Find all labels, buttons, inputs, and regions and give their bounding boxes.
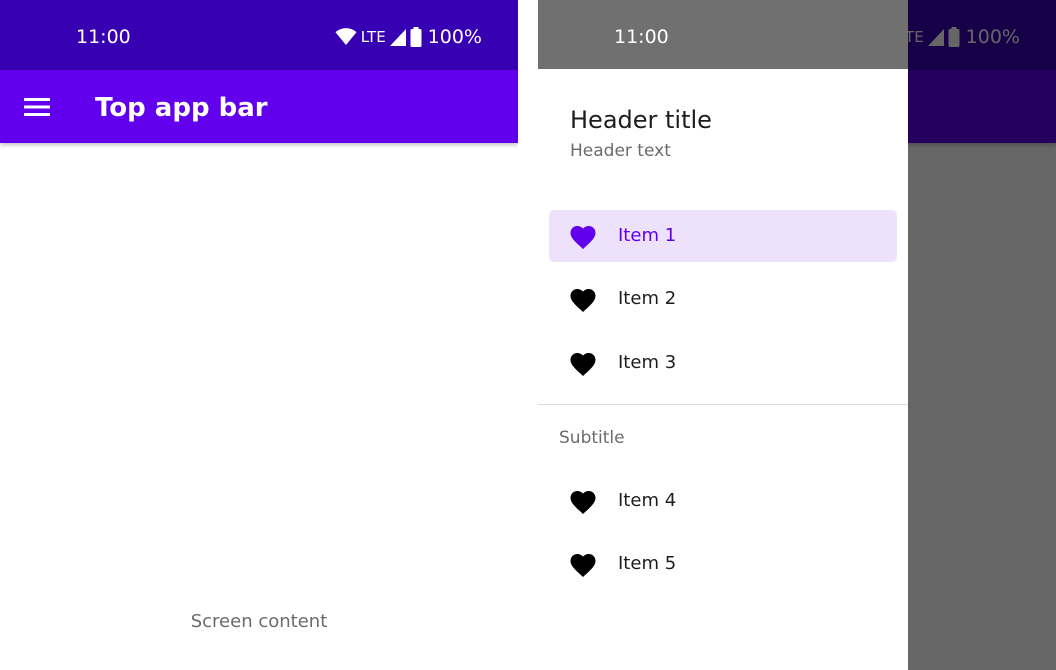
navigation-drawer: 11:00 Header title Header text Item 1 It…: [538, 0, 908, 670]
menu-button[interactable]: [16, 87, 58, 127]
drawer-header-text: Header text: [570, 141, 671, 161]
drawer-item-1[interactable]: Item 1: [549, 210, 897, 262]
heart-icon: [570, 554, 596, 577]
drawer-item-label: Item 5: [618, 553, 677, 574]
screen-content-text: Screen content: [190, 611, 328, 632]
heart-icon: [570, 289, 596, 312]
drawer-item-label: Item 3: [618, 352, 677, 373]
network-label: LTE: [360, 28, 386, 46]
heart-icon: [570, 353, 596, 376]
wifi-icon: [335, 28, 357, 45]
status-time: 11:00: [76, 26, 131, 48]
heart-icon: [570, 226, 596, 249]
drawer-item-label: Item 4: [618, 490, 677, 511]
drawer-item-3[interactable]: Item 3: [549, 337, 897, 389]
drawer-item-2[interactable]: Item 2: [549, 273, 897, 325]
status-bar: 11:00 LTE 100%: [0, 0, 518, 70]
drawer-screen: LTE 100% 11:00 Header title Header text …: [538, 0, 1056, 670]
drawer-item-label: Item 2: [618, 288, 677, 309]
drawer-header-title: Header title: [570, 106, 712, 134]
drawer-item-4[interactable]: Item 4: [549, 475, 897, 527]
drawer-status-bar: 11:00: [538, 0, 908, 69]
heart-icon: [570, 491, 596, 514]
menu-icon: [24, 98, 50, 116]
drawer-item-label: Item 1: [618, 225, 677, 246]
signal-icon: [389, 28, 406, 46]
battery-percent: 100%: [427, 26, 482, 48]
top-app-bar: Top app bar: [0, 70, 518, 143]
app-bar-title: Top app bar: [95, 93, 268, 123]
status-icons: LTE 100%: [335, 26, 482, 48]
app-screen: 11:00 LTE 100% Top app bar Screen conten…: [0, 0, 518, 670]
drawer-section-subtitle: Subtitle: [559, 428, 625, 448]
drawer-item-5[interactable]: Item 5: [549, 538, 897, 590]
battery-icon: [410, 27, 422, 47]
status-time: 11:00: [614, 26, 669, 48]
drawer-divider: [538, 404, 908, 405]
